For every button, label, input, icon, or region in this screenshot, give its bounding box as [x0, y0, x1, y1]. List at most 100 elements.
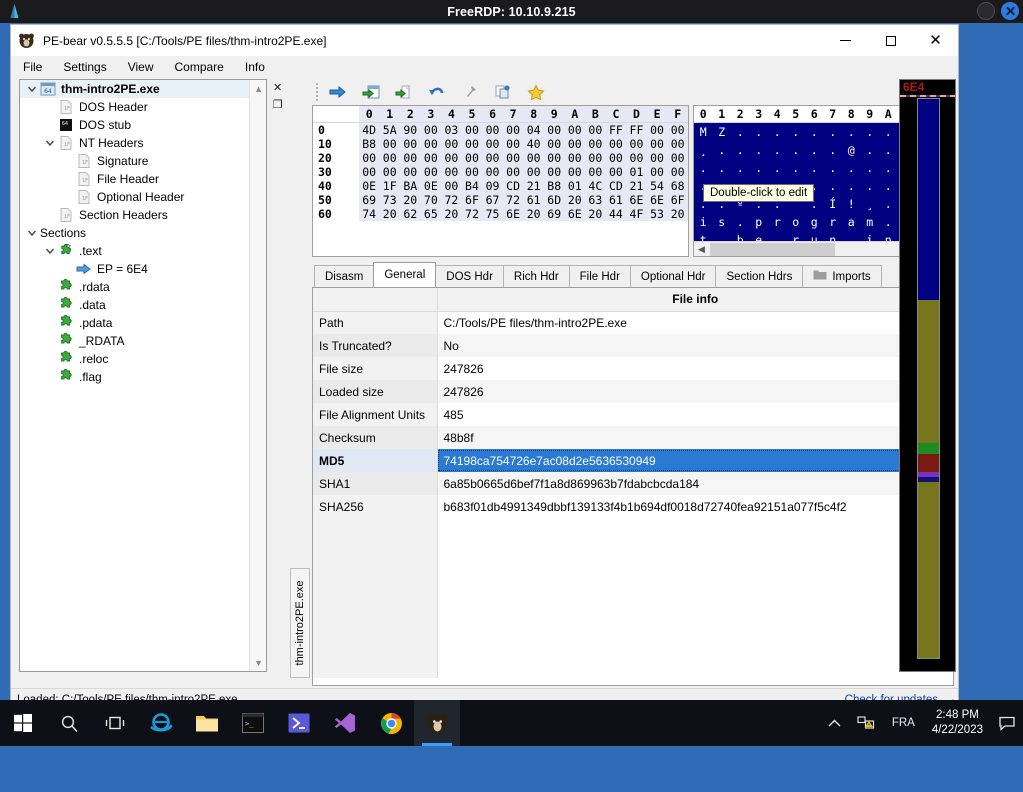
hex-byte-cell[interactable]: 00	[667, 165, 688, 179]
ascii-char-cell[interactable]: .	[824, 143, 843, 157]
ascii-char-cell[interactable]: .	[824, 179, 843, 193]
bookmark-icon[interactable]	[521, 80, 551, 104]
hex-byte-cell[interactable]: 00	[379, 165, 401, 179]
hex-bytes-pane[interactable]: 0123456789ABCDEF 0 4D 5A 90 00 03 00 00 00 04 00 00…	[312, 105, 689, 257]
hex-byte-cell[interactable]: 00	[543, 137, 565, 151]
hex-byte-cell[interactable]: 00	[605, 151, 627, 165]
ascii-char-cell[interactable]: .	[750, 125, 769, 139]
save-selected-icon[interactable]	[389, 80, 419, 104]
hex-byte-cell[interactable]: 75	[482, 207, 503, 221]
hex-byte-cell[interactable]: 00	[585, 165, 606, 179]
ascii-char-cell[interactable]: M	[694, 125, 713, 139]
ascii-char-cell[interactable]: o	[787, 215, 806, 229]
hex-byte-cell[interactable]: 72	[441, 193, 462, 207]
hex-byte-cell[interactable]: 72	[461, 207, 483, 221]
hex-byte-cell[interactable]: 67	[482, 193, 503, 207]
app-minimize-button[interactable]	[823, 25, 868, 56]
panel-close-icon[interactable]: ✕	[269, 79, 286, 96]
file-info-value[interactable]: 6a85b0665d6bef7f1a8d869963b7fdabcbcda184	[437, 472, 953, 495]
file-info-value[interactable]: 48b8f	[437, 426, 953, 449]
hex-byte-cell[interactable]: 00	[420, 137, 442, 151]
chevron-down-icon[interactable]	[24, 81, 40, 97]
hex-byte-cell[interactable]: CD	[502, 179, 524, 193]
start-button-icon[interactable]	[0, 700, 46, 746]
internet-explorer-icon[interactable]	[138, 700, 184, 746]
vertical-file-tab[interactable]: thm-intro2PE.exe	[290, 568, 310, 678]
follow-offset-icon[interactable]	[356, 80, 386, 104]
ascii-char-cell[interactable]: .	[768, 125, 787, 139]
command-prompt-icon[interactable]: >_	[230, 700, 276, 746]
hex-byte-cell[interactable]: 6E	[646, 193, 668, 207]
hex-byte-cell[interactable]: 6F	[667, 193, 688, 207]
hex-byte-cell[interactable]: 62	[400, 207, 421, 221]
hex-byte-cell[interactable]: 00	[482, 137, 503, 151]
file-info-row[interactable]: File size 247826	[313, 357, 953, 380]
hex-byte-cell[interactable]: 00	[502, 137, 524, 151]
hex-byte-cell[interactable]: 74	[358, 207, 380, 221]
ascii-char-cell[interactable]: ¸	[694, 143, 713, 157]
file-info-row[interactable]: Checksum 48b8f	[313, 426, 953, 449]
panel-restore-icon[interactable]: ❐	[269, 96, 286, 113]
hex-byte-cell[interactable]: FF	[626, 122, 647, 137]
ascii-char-cell[interactable]: .	[787, 143, 806, 157]
hex-byte-cell[interactable]: 00	[605, 165, 627, 179]
hex-byte-cell[interactable]: 01	[564, 179, 586, 193]
hex-byte-cell[interactable]: 00	[585, 137, 606, 151]
hex-row[interactable]: 40 0E 1F BA 0E 00 B4 09 CD 21 B8 01 4C CD 21 54 68	[313, 179, 688, 193]
file-info-value[interactable]: No	[437, 334, 953, 357]
hex-byte-cell[interactable]: 00	[502, 122, 524, 137]
ascii-char-cell[interactable]: .	[750, 143, 769, 157]
ascii-char-cell[interactable]: .	[731, 125, 750, 139]
ascii-char-cell[interactable]: .	[713, 161, 732, 175]
section-map-band[interactable]	[918, 99, 939, 301]
tree-node-signature[interactable]: 1F Signature	[20, 152, 266, 170]
hex-byte-cell[interactable]: 00	[564, 137, 586, 151]
hex-byte-cell[interactable]: 00	[400, 165, 421, 179]
tree-node-flag[interactable]: .flag	[20, 368, 266, 386]
hex-byte-cell[interactable]: 00	[461, 122, 483, 137]
section-map-band[interactable]	[918, 482, 939, 658]
tree-node-optional-header[interactable]: 1F Optional Header	[20, 188, 266, 206]
file-info-value[interactable]: C:/Tools/PE files/thm-intro2PE.exe	[437, 311, 953, 334]
hex-byte-cell[interactable]: BA	[400, 179, 421, 193]
hex-byte-cell[interactable]: 69	[543, 207, 565, 221]
hex-byte-cell[interactable]: 00	[646, 122, 668, 137]
hex-byte-cell[interactable]: 00	[358, 165, 380, 179]
hex-byte-cell[interactable]: 4F	[626, 207, 647, 221]
goto-address-icon[interactable]	[323, 80, 353, 104]
hex-byte-cell[interactable]: 00	[667, 137, 688, 151]
hex-byte-cell[interactable]: 00	[482, 122, 503, 137]
app-maximize-button[interactable]	[868, 25, 913, 56]
app-close-button[interactable]: ✕	[913, 25, 958, 56]
chevron-down-icon[interactable]	[42, 135, 58, 151]
ascii-char-cell[interactable]: .	[842, 179, 861, 193]
ascii-char-cell[interactable]: .	[879, 179, 898, 193]
hex-byte-cell[interactable]: 20	[441, 207, 462, 221]
hex-row[interactable]: 0 4D 5A 90 00 03 00 00 00 04 00 00 00 FF FF 00 00	[313, 122, 688, 137]
ascii-hscroll-thumb[interactable]	[710, 243, 835, 256]
hex-byte-cell[interactable]: FF	[605, 122, 627, 137]
ascii-char-cell[interactable]: r	[768, 215, 787, 229]
hex-byte-cell[interactable]: 6F	[461, 193, 483, 207]
ascii-char-cell[interactable]: .	[787, 125, 806, 139]
rdp-close-icon[interactable]	[1001, 2, 1019, 20]
hex-byte-cell[interactable]: 00	[461, 151, 483, 165]
ascii-char-cell[interactable]: .	[861, 143, 880, 157]
tab-optional-hdr[interactable]: Optional Hdr	[629, 265, 717, 287]
hex-byte-cell[interactable]: 20	[564, 193, 586, 207]
pin-icon[interactable]	[455, 80, 485, 104]
tree-node-section-headers[interactable]: 1F Section Headers	[20, 206, 266, 224]
hex-byte-cell[interactable]: 00	[543, 122, 565, 137]
menu-settings[interactable]: Settings	[63, 58, 116, 76]
hex-byte-cell[interactable]: 20	[379, 207, 401, 221]
menu-info[interactable]: Info	[245, 58, 275, 76]
section-map-band[interactable]	[918, 300, 939, 443]
ascii-char-cell[interactable]: a	[842, 215, 861, 229]
tab-section-hdrs[interactable]: Section Hdrs	[715, 265, 804, 287]
hex-byte-cell[interactable]: 00	[626, 151, 647, 165]
hex-byte-cell[interactable]: 00	[585, 151, 606, 165]
ascii-char-cell[interactable]: .	[861, 179, 880, 193]
hex-byte-cell[interactable]: 20	[585, 207, 606, 221]
ascii-char-cell[interactable]: .	[713, 143, 732, 157]
tree-node-data[interactable]: .data	[20, 296, 266, 314]
